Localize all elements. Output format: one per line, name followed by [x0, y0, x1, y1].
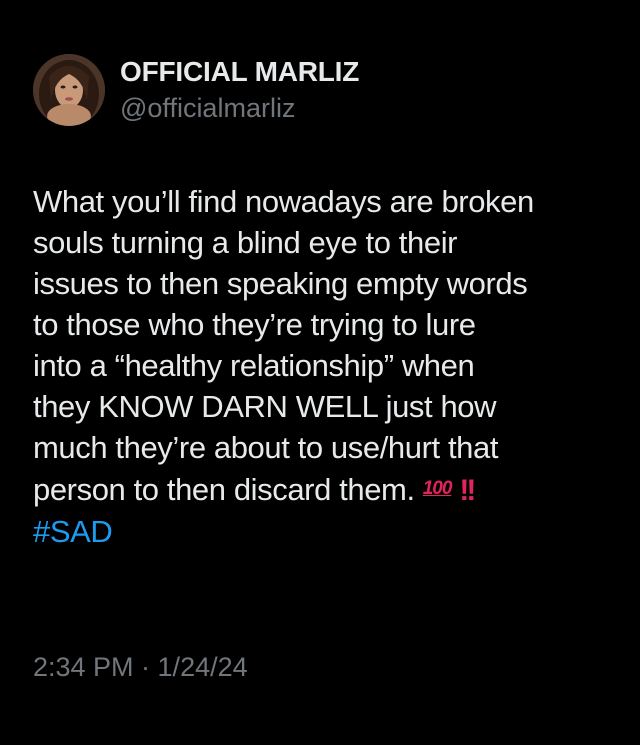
tweet-line: souls turning a blind eye to their	[33, 225, 458, 260]
tweet-line: person to then discard them.	[33, 472, 415, 507]
hashtag-link[interactable]: #SAD	[33, 511, 623, 552]
tweet-line: into a “healthy relationship” when	[33, 348, 475, 383]
tweet: OFFICIAL MARLIZ @officialmarliz What you…	[0, 0, 640, 745]
avatar-image	[33, 54, 105, 126]
tweet-last-line: person to then discard them. 100!!	[33, 468, 623, 511]
user-handle[interactable]: @officialmarliz	[120, 91, 359, 125]
hundred-points-emoji-icon: 100	[422, 478, 453, 499]
author-names: OFFICIAL MARLIZ @officialmarliz	[120, 55, 359, 125]
tweet-timestamp[interactable]: 2:34 PM · 1/24/24	[33, 650, 248, 684]
tweet-line: to those who they’re trying to lure	[33, 307, 476, 342]
tweet-line: they KNOW DARN WELL just how	[33, 389, 497, 424]
avatar[interactable]	[33, 54, 105, 126]
tweet-header: OFFICIAL MARLIZ @officialmarliz	[33, 54, 359, 126]
tweet-line: much they’re about to use/hurt that	[33, 430, 499, 465]
display-name[interactable]: OFFICIAL MARLIZ	[120, 55, 359, 89]
double-exclamation-emoji-icon: !!	[459, 474, 476, 507]
tweet-line: What you’ll find nowadays are broken	[33, 184, 534, 219]
tweet-line: issues to then speaking empty words	[33, 266, 528, 301]
tweet-body: What you’ll find nowadays are broken sou…	[33, 181, 623, 552]
